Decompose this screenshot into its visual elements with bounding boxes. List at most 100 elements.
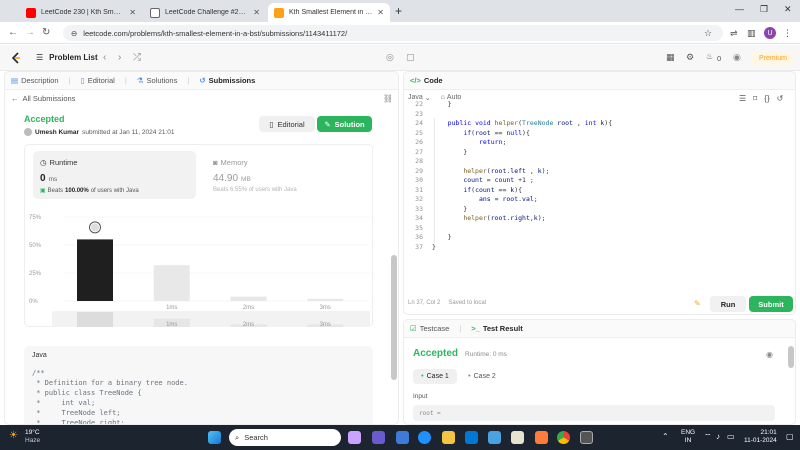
user-avatar-icon[interactable]: ◉ <box>733 52 741 63</box>
notification-icon[interactable]: ▢ <box>786 432 794 441</box>
star-icon[interactable]: ☆ <box>704 28 712 39</box>
submission-status: Accepted <box>24 114 65 124</box>
clock[interactable]: 21:01 11-01-2024 <box>744 429 777 445</box>
weather-icon[interactable]: ☀ <box>9 430 18 441</box>
chevron-up-icon[interactable]: ⌃ <box>662 432 669 441</box>
file-explorer-icon[interactable] <box>442 431 455 444</box>
link-icon[interactable]: ⛓ <box>383 94 391 103</box>
back-icon[interactable]: ← <box>8 27 18 38</box>
shuffle-icon[interactable]: ⤮ <box>133 52 141 63</box>
volume-icon[interactable]: ♪ <box>716 432 720 441</box>
editorial-label: Editorial <box>277 119 305 129</box>
tab-editorial[interactable]: ▯ Editorial <box>81 76 115 85</box>
wifi-icon[interactable]: ⌔ <box>704 432 712 442</box>
editor-status-bar: Ln 37, Col 2 Saved to local <box>408 300 486 306</box>
submit-button[interactable]: Submit <box>749 296 793 312</box>
new-tab-icon[interactable]: + <box>395 4 402 18</box>
layout-icon[interactable]: ▦ <box>666 52 675 63</box>
code-preview-card: Java /** * Definition for a binary tree … <box>24 346 373 424</box>
runtime-value: 0 <box>40 173 46 184</box>
leetcode-logo-icon[interactable] <box>10 52 22 64</box>
taskbar-search[interactable]: ⌕ Search <box>229 429 341 446</box>
menu-dots-icon[interactable]: ⋮ <box>783 28 792 39</box>
code-editor[interactable]: 22 } 23 24 public void helper(TreeNode roo… <box>404 100 795 259</box>
close-icon[interactable]: ✕ <box>253 8 260 17</box>
tab-solutions[interactable]: ⚗ Solutions <box>137 76 178 85</box>
chrome-icon[interactable] <box>557 431 570 444</box>
tab-description[interactable]: ▤ Description <box>11 76 59 85</box>
window-close-icon[interactable]: ✕ <box>784 4 792 15</box>
app-icon[interactable] <box>396 431 409 444</box>
line-number: 27 <box>415 147 423 156</box>
beats-badge-icon: ▣ <box>40 188 46 194</box>
next-problem-icon[interactable]: › <box>118 52 121 63</box>
memory-beats: Beats 6.55% of users with Java <box>213 187 297 193</box>
problem-list-button[interactable]: ☰ Problem List <box>36 53 98 62</box>
line-number: 33 <box>415 204 423 213</box>
case-2-tab[interactable]: • Case 2 <box>462 369 502 384</box>
tab-submissions[interactable]: ↺ Submissions <box>199 76 255 85</box>
start-icon[interactable] <box>208 431 221 444</box>
streak-fire-icon[interactable]: ♨ <box>706 52 713 61</box>
tab-code[interactable]: </> Code <box>410 76 443 85</box>
restore-icon[interactable]: ❐ <box>760 4 768 15</box>
premium-button[interactable]: Premium <box>752 51 794 65</box>
line-text: helper(root.left , k); <box>463 166 550 175</box>
settings-gear-icon[interactable]: ⚙ <box>686 52 694 63</box>
close-icon[interactable]: ✕ <box>377 8 384 17</box>
line-number: 24 <box>415 119 423 127</box>
checkbox-icon: ☑ <box>410 324 417 333</box>
memory-value-row: 44.90 MB <box>213 173 251 184</box>
memory-unit: MB <box>241 176 251 183</box>
result-scrollbar[interactable] <box>788 346 794 368</box>
edge-icon[interactable] <box>418 431 431 444</box>
app-icon[interactable] <box>488 431 501 444</box>
browser-tab-3[interactable]: Kth Smallest Element in a BST ✕ <box>268 3 390 22</box>
extensions-icon[interactable]: ⇌ <box>730 28 738 39</box>
line-text: public void helper(TreeNode root , int k… <box>447 119 613 127</box>
widgets-icon[interactable] <box>348 431 361 444</box>
author-avatar[interactable] <box>24 128 32 136</box>
notes-icon[interactable]: ▢ <box>406 52 415 63</box>
memory-card[interactable]: ◙ Memory 44.90 MB Beats 6.55% of users wi… <box>209 151 369 199</box>
run-button[interactable]: Run <box>710 296 746 312</box>
profile-avatar[interactable]: U <box>764 27 776 39</box>
tab-test-result[interactable]: >_ Test Result <box>471 324 522 333</box>
minimize-icon[interactable]: — <box>735 4 744 14</box>
input-value[interactable]: root = <box>413 405 775 421</box>
case-1-tab[interactable]: • Case 1 <box>413 369 457 384</box>
language-indicator[interactable]: ENG IN <box>681 429 695 445</box>
eye-icon[interactable]: ◉ <box>766 350 773 359</box>
prev-problem-icon[interactable]: ‹ <box>103 52 106 63</box>
author-name[interactable]: Umesh Kumar <box>35 129 79 136</box>
app-icon[interactable] <box>535 431 548 444</box>
editorial-button[interactable]: ▯ Editorial <box>259 116 315 132</box>
store-icon[interactable] <box>465 431 478 444</box>
tab-label: LeetCode Challenge #230. K <box>165 9 249 16</box>
browser-tab-1[interactable]: LeetCode 230 | Kth Smallest El ✕ <box>20 3 142 22</box>
all-submissions-link[interactable]: ← All Submissions <box>11 94 75 103</box>
app-icon[interactable] <box>511 431 524 444</box>
coin-count: 0 <box>717 54 722 63</box>
chart-range-selector[interactable]: 1ms 2ms 3ms <box>52 311 370 328</box>
chart-marker-inner <box>91 223 99 232</box>
sidebar-icon[interactable]: ▥ <box>747 28 756 39</box>
debugger-icon[interactable]: ◎ <box>386 52 394 63</box>
reload-icon[interactable]: ↻ <box>42 27 50 38</box>
battery-icon[interactable]: ▭ <box>727 432 735 441</box>
site-info-icon[interactable]: ⊖ <box>71 29 77 38</box>
notebook-icon[interactable]: ✎ <box>694 299 701 308</box>
weather-widget[interactable]: 19°C Haze <box>25 429 40 445</box>
browser-tab-2[interactable]: LeetCode Challenge #230. K ✕ <box>144 3 266 22</box>
runtime-card[interactable]: ◷ Runtime 0 ms ▣ Beats 100.00% of users w… <box>33 151 196 199</box>
runtime-distribution-chart: 75% 50% 25% 0% 1ms 2ms 3ms 1ms 2ms 3ms <box>29 215 370 328</box>
teams-icon[interactable] <box>372 431 385 444</box>
close-icon[interactable]: ✕ <box>129 8 136 17</box>
chart-y-tick: 75% <box>29 215 42 221</box>
address-bar[interactable]: ⊖ leetcode.com/problems/kth-smallest-ele… <box>63 25 723 41</box>
tab-testcase[interactable]: ☑ Testcase <box>410 324 449 333</box>
solution-button[interactable]: ✎ Solution <box>317 116 372 132</box>
forward-icon[interactable]: → <box>25 27 35 38</box>
app-icon[interactable] <box>580 431 593 444</box>
submission-scrollbar[interactable] <box>391 255 397 380</box>
